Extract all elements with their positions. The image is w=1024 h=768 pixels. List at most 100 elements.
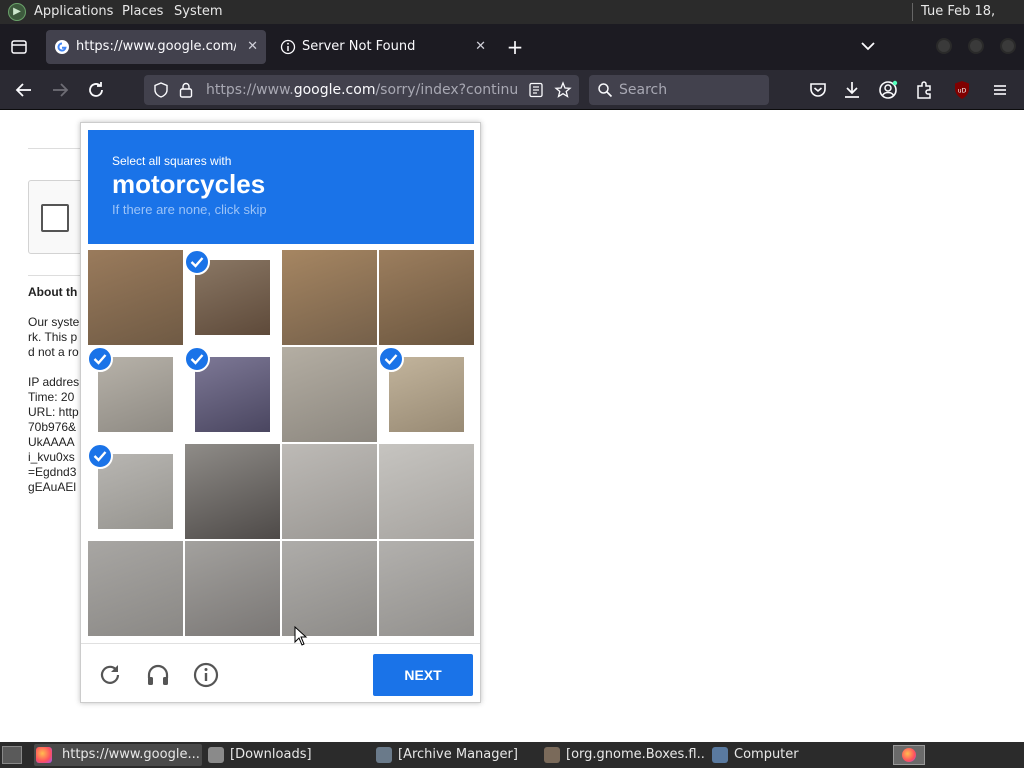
taskbar-item-firefox[interactable]: https://www.google...	[34, 744, 202, 766]
forward-arrow-icon[interactable]	[48, 78, 72, 102]
taskbar-label: [org.gnome.Boxes.fl...	[566, 747, 704, 762]
show-desktop-icon[interactable]	[2, 746, 22, 764]
tile-image	[195, 260, 270, 335]
maximize-button[interactable]	[968, 38, 984, 54]
url-path: /sorry/index?continue=ht	[375, 82, 518, 98]
url-host: google.com	[293, 82, 376, 98]
download-icon[interactable]	[840, 78, 864, 102]
lock-icon[interactable]	[178, 81, 194, 99]
extensions-icon[interactable]	[912, 78, 936, 102]
headphones-icon[interactable]	[145, 662, 171, 688]
taskbar-label: [Downloads]	[230, 747, 312, 762]
recaptcha-anchor-box	[28, 180, 88, 254]
close-tab-icon[interactable]: ✕	[475, 30, 486, 64]
minimize-button[interactable]	[936, 38, 952, 54]
taskbar: https://www.google... [Downloads] [Archi…	[0, 742, 1024, 768]
taskbar-item-archive-manager[interactable]: [Archive Manager]	[374, 744, 534, 766]
distro-logo-icon[interactable]: ▶	[8, 3, 26, 21]
captcha-tile[interactable]	[379, 250, 474, 345]
captcha-tile[interactable]	[282, 444, 377, 539]
account-icon[interactable]	[876, 78, 900, 102]
back-arrow-icon[interactable]	[12, 78, 36, 102]
pocket-icon[interactable]	[806, 78, 830, 102]
boxes-icon	[544, 747, 560, 763]
new-tab-button[interactable]: +	[504, 34, 526, 60]
firefox-icon	[902, 748, 916, 762]
clock[interactable]: Tue Feb 18, 11:12	[921, 0, 1024, 43]
captcha-tile[interactable]	[282, 541, 377, 636]
places-menu[interactable]: Places	[122, 0, 163, 24]
tab-google[interactable]: https://www.google.com/se ✕	[46, 30, 266, 64]
captcha-tile[interactable]	[88, 541, 183, 636]
computer-icon	[712, 747, 728, 763]
taskbar-label: https://www.google...	[62, 747, 200, 762]
tile-image	[379, 250, 474, 345]
captcha-tile[interactable]	[379, 541, 474, 636]
chevron-down-icon[interactable]	[858, 36, 878, 56]
page-line: rk. This p	[28, 330, 78, 344]
page-line: =Egdnd3	[28, 465, 77, 479]
refresh-icon[interactable]	[97, 662, 123, 688]
archive-icon	[376, 747, 392, 763]
next-button[interactable]: NEXT	[373, 654, 473, 696]
url-text[interactable]: https://www.google.com/sorry/index?conti…	[206, 75, 518, 105]
applications-menu[interactable]: Applications	[34, 0, 113, 24]
captcha-tile[interactable]	[282, 250, 377, 345]
workspace-switcher[interactable]	[893, 745, 925, 765]
close-tab-icon[interactable]: ✕	[247, 30, 258, 64]
reader-view-icon[interactable]	[528, 82, 544, 98]
page-line: URL: http	[28, 405, 79, 419]
captcha-tile[interactable]	[185, 444, 280, 539]
firefox-icon	[36, 747, 52, 763]
captcha-tile[interactable]	[88, 250, 183, 345]
instruction-text: Select all squares with	[112, 154, 232, 168]
svg-text:uD: uD	[958, 88, 967, 95]
divider	[28, 148, 88, 149]
selected-check-icon	[184, 249, 210, 275]
search-input[interactable]: Search	[619, 75, 667, 105]
ublock-origin-icon[interactable]: uD	[950, 78, 974, 102]
hamburger-menu-icon[interactable]	[988, 78, 1012, 102]
google-favicon-icon	[55, 40, 69, 54]
url-scheme: https://www.	[206, 82, 294, 98]
search-bar[interactable]: Search	[589, 75, 769, 105]
reload-icon[interactable]	[84, 78, 108, 102]
recaptcha-challenge: Select all squares with motorcycles If t…	[80, 122, 481, 703]
selected-check-icon	[87, 443, 113, 469]
close-window-button[interactable]	[1000, 38, 1016, 54]
panel-separator	[912, 3, 913, 21]
tile-image	[282, 541, 377, 636]
page-line: gEAuAEl	[28, 480, 77, 494]
captcha-tile[interactable]	[185, 541, 280, 636]
selected-check-icon	[184, 346, 210, 372]
image-grid	[87, 249, 474, 636]
info-icon[interactable]	[193, 662, 219, 688]
tab-title: https://www.google.com/se	[76, 39, 236, 54]
page-line	[28, 360, 80, 375]
about-this-page: About th Our syste rk. This p d not a ro…	[28, 285, 80, 495]
captcha-tile[interactable]	[379, 444, 474, 539]
system-menu[interactable]: System	[174, 0, 222, 24]
tile-image	[282, 347, 377, 442]
page-line: 70b976&	[28, 420, 77, 434]
recaptcha-checkbox[interactable]	[41, 204, 69, 232]
page-line: UkAAAA	[28, 435, 75, 449]
tile-image	[185, 541, 280, 636]
tile-image	[88, 541, 183, 636]
folder-icon	[208, 747, 224, 763]
taskbar-item-downloads[interactable]: [Downloads]	[206, 744, 366, 766]
taskbar-item-gnome-boxes[interactable]: [org.gnome.Boxes.fl...	[542, 744, 704, 766]
taskbar-item-computer[interactable]: Computer	[710, 744, 830, 766]
info-icon	[280, 39, 296, 55]
tile-image	[185, 444, 280, 539]
shield-icon[interactable]	[152, 81, 170, 99]
page-line: IP addres	[28, 375, 80, 389]
navigation-toolbar: https://www.google.com/sorry/index?conti…	[0, 70, 1024, 110]
captcha-tile[interactable]	[282, 347, 377, 442]
challenge-header: Select all squares with motorcycles If t…	[88, 130, 474, 244]
bookmark-star-icon[interactable]	[554, 81, 572, 99]
tab-server-not-found[interactable]: Server Not Found ✕	[272, 30, 494, 64]
url-bar[interactable]: https://www.google.com/sorry/index?conti…	[144, 75, 579, 105]
tab-overview-icon[interactable]	[10, 38, 28, 56]
tile-image	[389, 357, 464, 432]
